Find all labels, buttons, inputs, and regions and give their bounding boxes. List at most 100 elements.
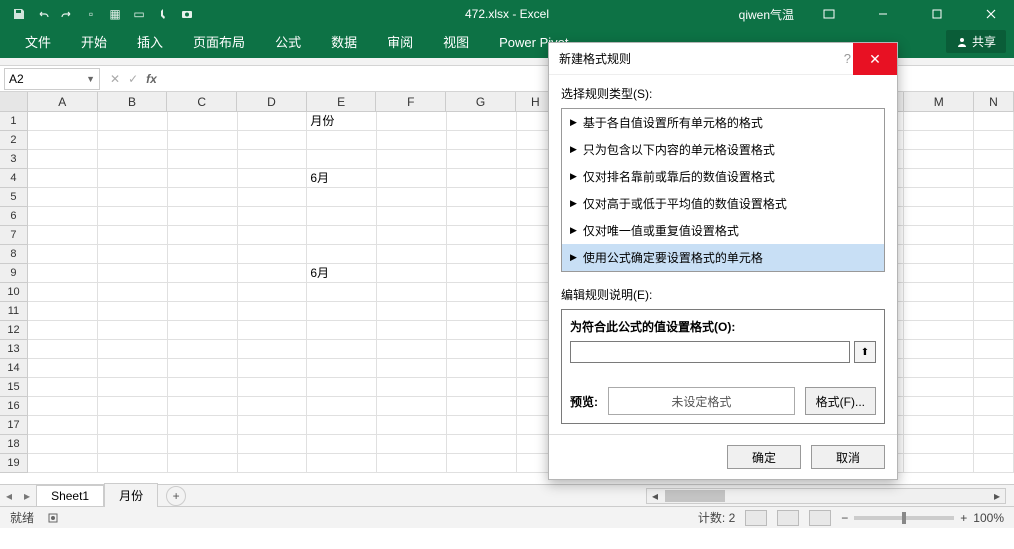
cell[interactable] bbox=[904, 169, 974, 188]
normal-view-icon[interactable] bbox=[745, 510, 767, 526]
cell[interactable] bbox=[168, 131, 238, 150]
new-sheet-button[interactable]: + bbox=[166, 486, 186, 506]
cell[interactable] bbox=[98, 131, 168, 150]
cell[interactable] bbox=[904, 226, 974, 245]
cell[interactable] bbox=[974, 188, 1014, 207]
row-header[interactable]: 5 bbox=[0, 188, 28, 207]
cell[interactable] bbox=[28, 321, 98, 340]
cell[interactable] bbox=[974, 416, 1014, 435]
row-header[interactable]: 16 bbox=[0, 397, 28, 416]
cell[interactable] bbox=[974, 359, 1014, 378]
cell[interactable] bbox=[98, 321, 168, 340]
cell[interactable] bbox=[904, 188, 974, 207]
cell[interactable] bbox=[98, 169, 168, 188]
cell[interactable] bbox=[98, 397, 168, 416]
tab-home[interactable]: 开始 bbox=[66, 28, 122, 58]
cell[interactable] bbox=[307, 283, 377, 302]
cell[interactable] bbox=[307, 188, 377, 207]
cell[interactable] bbox=[168, 454, 238, 473]
cell[interactable] bbox=[168, 226, 238, 245]
cell[interactable] bbox=[238, 188, 308, 207]
cell[interactable] bbox=[377, 454, 447, 473]
cancel-formula-icon[interactable]: ✕ bbox=[110, 72, 120, 86]
cell[interactable] bbox=[28, 207, 98, 226]
cell[interactable] bbox=[307, 340, 377, 359]
cancel-button[interactable]: 取消 bbox=[811, 445, 885, 469]
rule-option[interactable]: ▶仅对排名靠前或靠后的数值设置格式 bbox=[562, 163, 884, 190]
sheet-nav-next-icon[interactable]: ▸ bbox=[18, 489, 36, 503]
cell[interactable] bbox=[377, 302, 447, 321]
cell[interactable] bbox=[307, 397, 377, 416]
cell[interactable] bbox=[447, 359, 517, 378]
cell[interactable] bbox=[238, 378, 308, 397]
row-header[interactable]: 7 bbox=[0, 226, 28, 245]
cell[interactable] bbox=[168, 150, 238, 169]
row-header[interactable]: 15 bbox=[0, 378, 28, 397]
row-header[interactable]: 13 bbox=[0, 340, 28, 359]
cell[interactable] bbox=[974, 245, 1014, 264]
cell[interactable] bbox=[447, 226, 517, 245]
camera-icon[interactable] bbox=[176, 3, 198, 25]
cell[interactable] bbox=[238, 112, 308, 131]
redo-icon[interactable] bbox=[56, 3, 78, 25]
dialog-close-button[interactable]: ✕ bbox=[853, 43, 897, 75]
cell[interactable] bbox=[238, 245, 308, 264]
fx-icon[interactable]: fx bbox=[146, 72, 157, 86]
cell[interactable] bbox=[168, 264, 238, 283]
dialog-titlebar[interactable]: 新建格式规则 ? ✕ bbox=[549, 43, 897, 75]
cell[interactable] bbox=[238, 264, 308, 283]
cell[interactable] bbox=[307, 150, 377, 169]
col-header[interactable]: F bbox=[376, 92, 446, 112]
cell[interactable] bbox=[98, 435, 168, 454]
sheet-tab[interactable]: 月份 bbox=[104, 483, 158, 507]
cell[interactable] bbox=[904, 359, 974, 378]
cell[interactable] bbox=[307, 359, 377, 378]
tab-formulas[interactable]: 公式 bbox=[260, 28, 316, 58]
qat-icon[interactable]: ▭ bbox=[128, 3, 150, 25]
cell[interactable] bbox=[28, 397, 98, 416]
ribbon-options-icon[interactable] bbox=[806, 0, 852, 28]
cell[interactable] bbox=[238, 340, 308, 359]
cell[interactable] bbox=[974, 207, 1014, 226]
cell[interactable] bbox=[904, 150, 974, 169]
row-header[interactable]: 12 bbox=[0, 321, 28, 340]
tab-file[interactable]: 文件 bbox=[10, 28, 66, 58]
cell[interactable] bbox=[974, 226, 1014, 245]
cell[interactable] bbox=[98, 112, 168, 131]
cell[interactable] bbox=[168, 397, 238, 416]
row-header[interactable]: 3 bbox=[0, 150, 28, 169]
cell[interactable] bbox=[904, 454, 974, 473]
cell[interactable] bbox=[28, 112, 98, 131]
tab-view[interactable]: 视图 bbox=[428, 28, 484, 58]
cell[interactable] bbox=[28, 416, 98, 435]
col-header[interactable]: M bbox=[904, 92, 974, 112]
col-header[interactable]: N bbox=[974, 92, 1014, 112]
cell[interactable] bbox=[974, 302, 1014, 321]
row-header[interactable]: 11 bbox=[0, 302, 28, 321]
rule-option[interactable]: ▶基于各自值设置所有单元格的格式 bbox=[562, 109, 884, 136]
touch-icon[interactable] bbox=[152, 3, 174, 25]
cell[interactable] bbox=[377, 416, 447, 435]
ok-button[interactable]: 确定 bbox=[727, 445, 801, 469]
cell[interactable] bbox=[98, 340, 168, 359]
cell[interactable] bbox=[28, 435, 98, 454]
rule-option[interactable]: ▶仅对唯一值或重复值设置格式 bbox=[562, 217, 884, 244]
select-all-corner[interactable] bbox=[0, 92, 28, 112]
tab-data[interactable]: 数据 bbox=[316, 28, 372, 58]
cell[interactable] bbox=[974, 378, 1014, 397]
cell[interactable] bbox=[447, 188, 517, 207]
collapse-dialog-icon[interactable]: ⬆ bbox=[854, 341, 876, 363]
name-box[interactable]: A2 ▼ bbox=[4, 68, 100, 90]
cell[interactable] bbox=[168, 302, 238, 321]
cell[interactable] bbox=[377, 397, 447, 416]
cell[interactable]: 6月 bbox=[307, 169, 377, 188]
formula-input[interactable] bbox=[570, 341, 850, 363]
cell[interactable] bbox=[98, 416, 168, 435]
row-header[interactable]: 19 bbox=[0, 454, 28, 473]
cell[interactable] bbox=[28, 245, 98, 264]
close-icon[interactable] bbox=[968, 0, 1014, 28]
cell[interactable] bbox=[377, 150, 447, 169]
cell[interactable] bbox=[28, 150, 98, 169]
cell[interactable] bbox=[168, 435, 238, 454]
cell[interactable] bbox=[377, 245, 447, 264]
